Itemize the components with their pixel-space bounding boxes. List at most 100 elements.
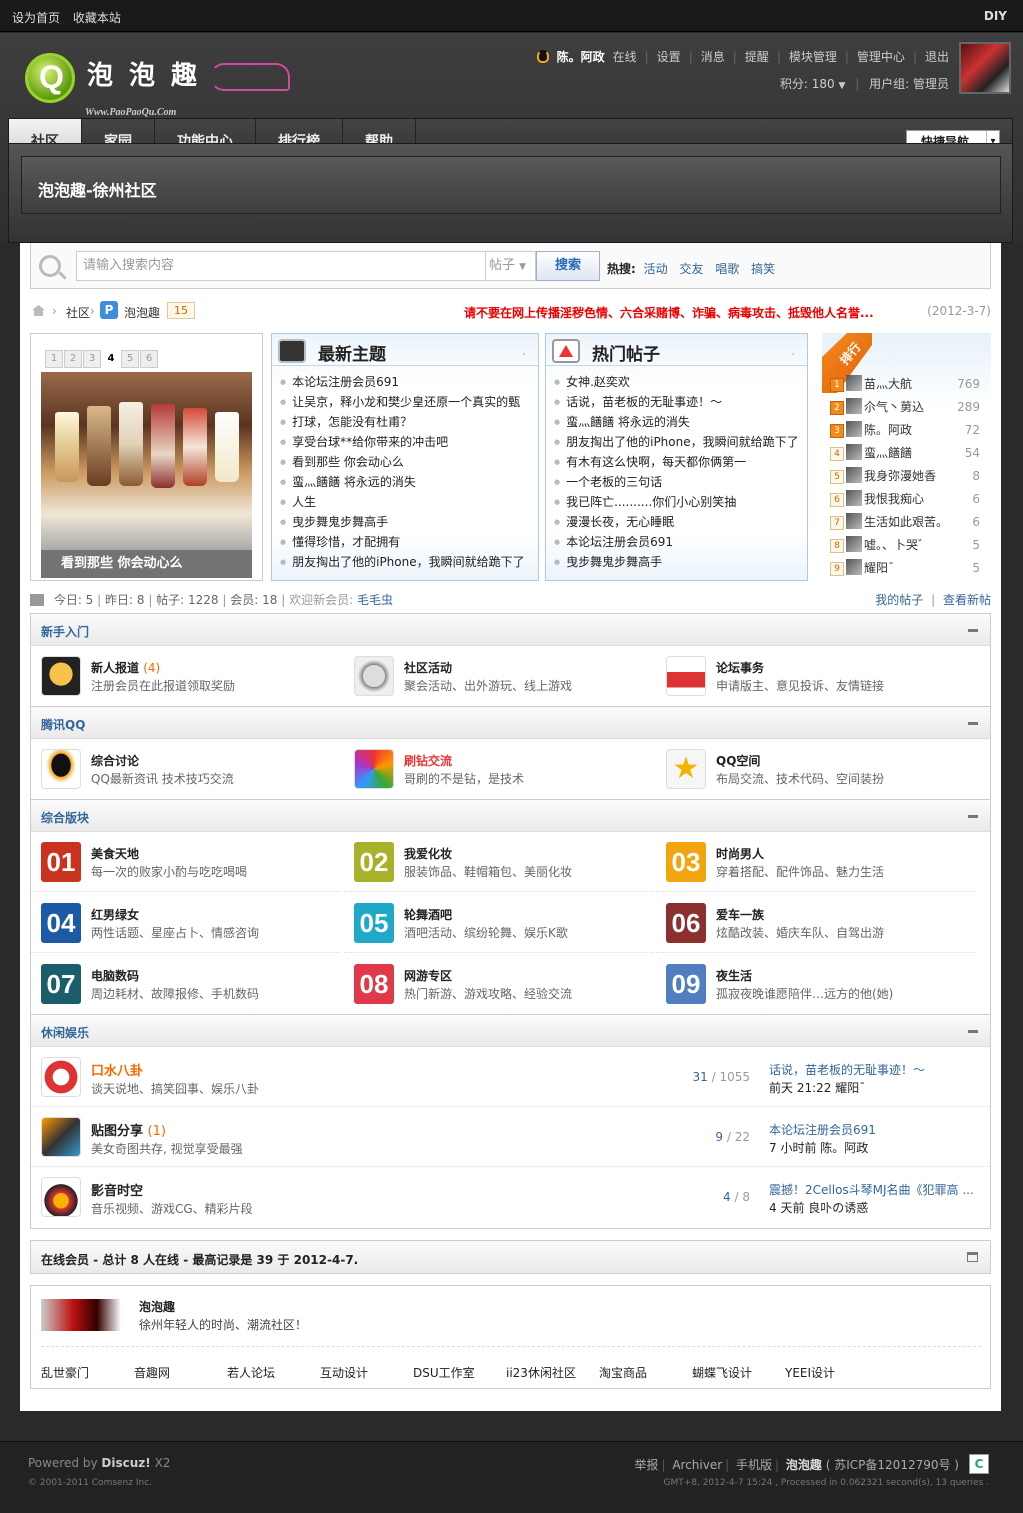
friend-link[interactable]: 互动设计 [320, 1364, 413, 1381]
list-item[interactable]: 朋友掏出了他的iPhone，我瞬间就给跪下了 [554, 432, 807, 452]
new-posts-link[interactable]: 查看新帖 [943, 593, 991, 607]
forum-cell[interactable]: 刷钻交流 哥刷的不是钻，是技术 [344, 739, 654, 799]
forum-cell[interactable]: 01 美食天地 每一次的败家小酌与吃吃喝喝 [31, 832, 341, 892]
forum-cell[interactable]: 08 网游专区 热门新游、游戏攻略、经验交流 [344, 954, 654, 1014]
list-item[interactable]: 享受台球**给你带来的冲击吧 [280, 432, 538, 452]
expand-icon[interactable] [967, 1252, 978, 1262]
list-item[interactable]: 漫漫长夜，无心睡眠 [554, 512, 807, 532]
slide-caption[interactable]: 看到那些 你会动心么 [41, 550, 252, 578]
friend-link[interactable]: 音趣网 [134, 1364, 227, 1381]
site-logo[interactable]: 泡泡趣 Www.PaoPaoQu.Com [25, 51, 295, 121]
hot-tag[interactable]: 搞笑 [751, 262, 775, 276]
breadcrumb-community[interactable]: 社区 [66, 304, 90, 321]
search-input[interactable]: 请输入搜索内容 [76, 251, 486, 281]
mobile-link[interactable]: 手机版 [736, 1458, 772, 1472]
list-item[interactable]: 人生 [280, 492, 538, 512]
username-link[interactable]: 陈。阿政 [557, 48, 605, 65]
online-summary[interactable]: 在线会员 - 总计 8 人在线 - 最高记录是 39 于 2012-4-7. [41, 1251, 358, 1268]
notice-warning[interactable]: 请不要在网上传播淫秽色情、六合采赌博、诈骗、病毒攻击、抵毁他人名誉... [464, 304, 874, 321]
hot-tag[interactable]: 交友 [679, 262, 703, 276]
list-item[interactable]: 女神.赵奕欢 [554, 372, 807, 392]
collapse-icon[interactable] [968, 629, 978, 632]
collapse-icon[interactable] [968, 722, 978, 725]
my-posts-link[interactable]: 我的帖子 [875, 593, 923, 607]
rank-item[interactable]: 2 尒气丶莮込 289 [830, 396, 990, 419]
module-admin-link[interactable]: 模块管理 [789, 48, 837, 65]
list-item[interactable]: 一个老板的三句话 [554, 472, 807, 492]
search-type-select[interactable]: 帖子 ▼ [486, 251, 536, 281]
forum-row[interactable]: 贴图分享 (1) 美女奇图共存, 视觉享受最强 9 / 22 本论坛注册会员69… [31, 1107, 990, 1167]
slide-page-active[interactable]: 4 [102, 350, 120, 368]
forum-cell[interactable]: 综合讨论 QQ最新资讯 技术技巧交流 [31, 739, 341, 799]
diy-link[interactable]: DIY [984, 9, 1007, 23]
forum-cell[interactable]: 03 时尚男人 穿着搭配、配件饰品、魅力生活 [656, 832, 976, 892]
collapse-icon[interactable] [968, 1030, 978, 1033]
list-item[interactable]: 有木有这么快啊，每天都你俩第一 [554, 452, 807, 472]
set-home-link[interactable]: 设为首页 [12, 11, 60, 25]
last-post-link[interactable]: 本论坛注册会员691 [769, 1121, 979, 1138]
site-banner-logo[interactable] [41, 1299, 121, 1331]
friend-link[interactable]: 淘宝商品 [599, 1364, 692, 1381]
section-title[interactable]: 综合版块 [41, 809, 89, 826]
rank-item[interactable]: 4 蛮灬饍饍 54 [830, 442, 990, 465]
slide-page[interactable]: 5 [121, 350, 139, 368]
slide-page[interactable]: 2 [64, 350, 82, 368]
rank-item[interactable]: 5 我身弥漫她香 8 [830, 465, 990, 488]
forum-cell[interactable]: 新人报道 (4) 注册会员在此报道领取奖励 [31, 646, 341, 706]
search-button[interactable]: 搜索 [536, 251, 600, 281]
list-item[interactable]: 看到那些 你会动心么 [280, 452, 538, 472]
slide-image[interactable] [41, 372, 252, 550]
section-title[interactable]: 腾讯QQ [41, 716, 85, 733]
friend-link[interactable]: DSU工作室 [413, 1364, 506, 1381]
section-title[interactable]: 休闲娱乐 [41, 1024, 89, 1041]
settings-link[interactable]: 设置 [657, 48, 681, 65]
collapse-icon[interactable] [968, 815, 978, 818]
slide-page[interactable]: 1 [45, 350, 63, 368]
forum-cell[interactable]: 06 爱车一族 炫酷改装、婚庆车队、自驾出游 [656, 893, 976, 953]
rank-item[interactable]: 9 耀阳ˉ 5 [830, 557, 990, 580]
new-member-link[interactable]: 毛毛虫 [357, 593, 393, 607]
home-icon[interactable] [32, 305, 45, 316]
list-item[interactable]: 本论坛注册会员691 [554, 532, 807, 552]
list-item[interactable]: 曳步舞鬼步舞高手 [280, 512, 538, 532]
avatar[interactable] [959, 42, 1011, 94]
forum-cell[interactable]: 论坛事务 申请版主、意见投诉、友情链接 [656, 646, 966, 706]
cnzz-icon[interactable]: C [969, 1454, 989, 1474]
rank-item[interactable]: 8 嘘。、卜哭゛ 5 [830, 534, 990, 557]
forum-cell[interactable]: 02 我爱化妆 服装饰品、鞋帽箱包、美丽化妆 [344, 832, 654, 892]
friend-link[interactable]: 乱世豪门 [41, 1364, 134, 1381]
icp-number[interactable]: ( 苏ICP备12012790号 ) [826, 1458, 959, 1472]
list-item[interactable]: 曳步舞鬼步舞高手 [554, 552, 807, 572]
footer-site-name[interactable]: 泡泡趣 [786, 1458, 822, 1472]
notifications-link[interactable]: 提醒 [745, 48, 769, 65]
rank-item[interactable]: 3 陈。阿政 72 [830, 419, 990, 442]
slide-page[interactable]: 6 [140, 350, 158, 368]
link-site-name[interactable]: 泡泡趣 [139, 1298, 175, 1315]
breadcrumb-forum[interactable]: 泡泡趣 [124, 304, 160, 321]
list-item[interactable]: 蛮灬饍饍 将永远的消失 [280, 472, 538, 492]
discuz-link[interactable]: Discuz! [101, 1456, 150, 1470]
report-link[interactable]: 举报 [634, 1458, 658, 1472]
archiver-link[interactable]: Archiver [672, 1458, 722, 1472]
hot-tag[interactable]: 唱歌 [715, 262, 739, 276]
list-item[interactable]: 我已阵亡..........你们小心别笑抽 [554, 492, 807, 512]
friend-link[interactable]: ii23休闲社区 [506, 1364, 599, 1381]
forum-cell[interactable]: 社区活动 聚会活动、出外游玩、线上游戏 [344, 646, 654, 706]
list-item[interactable]: 让吴京，释小龙和樊少皇还原一个真实的甄 [280, 392, 538, 412]
admin-center-link[interactable]: 管理中心 [857, 48, 905, 65]
friend-link[interactable]: YEEI设计 [785, 1364, 878, 1381]
rank-item[interactable]: 7 生活如此艰苦。 6 [830, 511, 990, 534]
rank-item[interactable]: 1 苗灬大航 769 [830, 373, 990, 396]
friend-link[interactable]: 蝴蝶飞设计 [692, 1364, 785, 1381]
points-dropdown[interactable]: 积分: 180 [780, 77, 835, 91]
forum-row[interactable]: 口水八卦 谈天说地、搞笑囧事、娱乐八卦 31 / 1055 话说，苗老板的无耻事… [31, 1047, 990, 1107]
forum-cell[interactable]: 05 轮舞酒吧 酒吧活动、缤纷轮舞、娱乐K歌 [344, 893, 654, 953]
slide-page[interactable]: 3 [83, 350, 101, 368]
forum-cell[interactable]: 07 电脑数码 周边耗材、故障报修、手机数码 [31, 954, 341, 1014]
forum-cell[interactable]: 04 红男绿女 两性话题、星座占卜、情感咨询 [31, 893, 341, 953]
bookmark-link[interactable]: 收藏本站 [73, 11, 121, 25]
forum-cell[interactable]: 09 夜生活 孤寂夜晚谁愿陪伴…远方的他(她) [656, 954, 976, 1014]
friend-link[interactable]: 若人论坛 [227, 1364, 320, 1381]
list-item[interactable]: 本论坛注册会员691 [280, 372, 538, 392]
last-post-link[interactable]: 震撼！2Cellos斗琴MJ名曲《犯罪高 ... [769, 1181, 979, 1198]
